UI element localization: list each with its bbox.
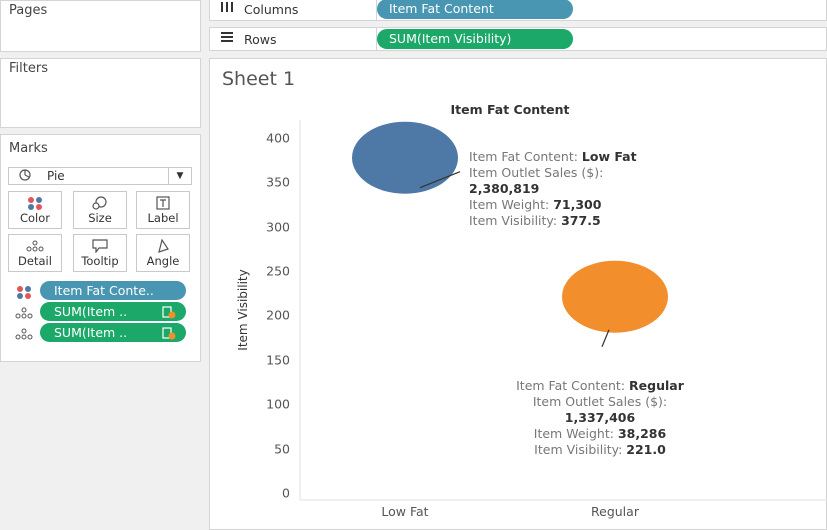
- angle-icon: [137, 238, 189, 253]
- chart-title: Item Fat Content: [450, 102, 570, 117]
- tooltip-label: Tooltip: [81, 254, 119, 268]
- y-tick-label: 400: [266, 130, 290, 146]
- marks-title: Marks: [9, 141, 48, 156]
- tip-weight-value: 71,300: [553, 197, 602, 212]
- tooltip-icon: [74, 238, 126, 254]
- y-tick-label: 250: [266, 263, 290, 279]
- y-tick-label: 350: [266, 174, 290, 190]
- color-button[interactable]: Color: [8, 191, 62, 229]
- tip-fat-label: Item Fat Content:: [469, 149, 578, 164]
- filters-panel[interactable]: Filters: [0, 58, 201, 128]
- angle-label: Angle: [146, 254, 180, 268]
- subtotal-icon: [162, 326, 176, 345]
- detail-button[interactable]: Detail: [8, 234, 62, 272]
- tooltip-button[interactable]: Tooltip: [73, 234, 127, 272]
- marks-pill-text: SUM(Item ..: [54, 325, 128, 340]
- size-label: Size: [88, 211, 112, 225]
- pages-panel: Pages: [0, 0, 201, 52]
- x-tick-label: Regular: [591, 504, 639, 519]
- tip-fat-label: Item Fat Content:: [516, 378, 626, 393]
- color-icon: [9, 195, 61, 210]
- tip-sales-label: Item Outlet Sales ($):: [469, 165, 604, 180]
- size-button[interactable]: Size: [73, 191, 127, 229]
- y-tick-label: 150: [266, 352, 290, 368]
- rows-icon: [220, 31, 234, 47]
- detail-label: Detail: [18, 254, 52, 268]
- pages-title: Pages: [9, 3, 48, 18]
- x-tick-label: Low Fat: [381, 504, 429, 519]
- tip-sales-label: Item Outlet Sales ($):: [532, 394, 668, 409]
- color-dots-icon: [14, 284, 36, 299]
- label-button[interactable]: Label: [136, 191, 190, 229]
- mark-label-low-fat: Item Fat Content: Low Fat Item Outlet Sa…: [469, 149, 637, 229]
- marks-pill-color[interactable]: Item Fat Conte..: [14, 281, 194, 301]
- marks-pill-detail-2[interactable]: SUM(Item ..: [14, 323, 194, 343]
- rows-shelf[interactable]: Rows SUM(Item Visibility): [209, 27, 827, 51]
- detail-icon: [9, 238, 61, 252]
- view-panel: [209, 58, 827, 530]
- marks-pill-label: SUM(Item ..: [40, 302, 186, 321]
- tip-fat-value: Regular: [629, 378, 684, 393]
- y-tick-label: 100: [266, 396, 290, 412]
- tip-vis-value: 221.0: [626, 442, 666, 457]
- columns-label: Columns: [244, 2, 299, 17]
- color-label: Color: [19, 211, 51, 225]
- mark-label-regular: Item Fat Content: Regular Item Outlet Sa…: [475, 378, 725, 458]
- tip-sales-value: 1,337,406: [564, 410, 636, 425]
- tip-weight-label: Item Weight:: [469, 197, 550, 212]
- tip-vis-label: Item Visibility:: [469, 213, 558, 228]
- tip-vis-label: Item Visibility:: [534, 442, 623, 457]
- chevron-down-icon[interactable]: ▼: [168, 168, 191, 184]
- detail-dots-icon: [14, 305, 36, 319]
- tip-sales-value: 2,380,819: [469, 181, 540, 196]
- columns-icon: [220, 1, 234, 17]
- detail-dots-icon: [14, 326, 36, 340]
- marks-pill-label: Item Fat Conte..: [40, 281, 186, 300]
- tip-vis-value: 377.5: [561, 213, 601, 228]
- tip-weight-value: 38,286: [617, 426, 667, 441]
- size-icon: [74, 195, 126, 210]
- columns-shelf[interactable]: Columns Item Fat Content: [209, 0, 827, 21]
- mark-type-label: Pie: [47, 169, 65, 183]
- label-icon: [137, 195, 189, 210]
- tip-fat-value: Low Fat: [581, 149, 637, 164]
- sheet-title: Sheet 1: [222, 68, 296, 90]
- y-tick-label: 200: [266, 307, 290, 323]
- rows-pill[interactable]: SUM(Item Visibility): [377, 29, 573, 49]
- y-axis-label: Item Visibility: [236, 269, 250, 351]
- y-tick-label: 300: [266, 219, 290, 235]
- marks-pill-label: SUM(Item ..: [40, 323, 186, 342]
- mark-type-dropdown[interactable]: Pie ▼: [8, 167, 192, 185]
- label-label: Label: [147, 211, 179, 225]
- marks-pill-text: SUM(Item ..: [54, 304, 128, 319]
- filters-title: Filters: [9, 61, 48, 76]
- y-tick-label: 0: [282, 485, 290, 501]
- rows-label: Rows: [244, 32, 277, 47]
- subtotal-icon: [162, 305, 176, 324]
- y-tick-label: 50: [274, 441, 290, 457]
- angle-button[interactable]: Angle: [136, 234, 190, 272]
- tip-weight-label: Item Weight:: [533, 426, 614, 441]
- marks-pill-detail-1[interactable]: SUM(Item ..: [14, 302, 194, 322]
- pie-icon: [19, 169, 31, 184]
- columns-pill[interactable]: Item Fat Content: [377, 0, 573, 19]
